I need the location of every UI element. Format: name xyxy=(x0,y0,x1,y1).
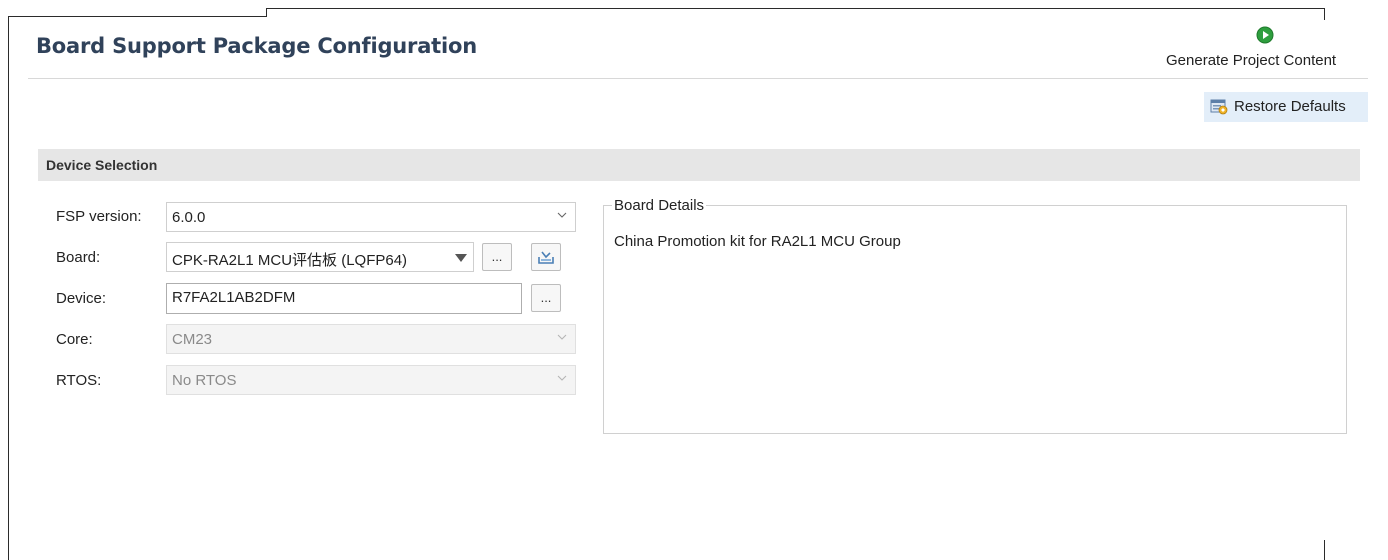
restore-defaults-label: Restore Defaults xyxy=(1234,98,1346,115)
core-label: Core: xyxy=(56,331,93,348)
chevron-down-icon xyxy=(557,334,567,340)
header-divider xyxy=(28,78,1368,79)
browse-ellipsis: ... xyxy=(540,290,552,305)
device-browse-button[interactable]: ... xyxy=(531,284,561,312)
window-frame-top xyxy=(8,16,266,17)
restore-defaults-icon xyxy=(1210,99,1228,115)
chevron-down-icon xyxy=(557,375,567,381)
rtos-label: RTOS: xyxy=(56,372,102,389)
board-details-legend: Board Details xyxy=(612,197,707,214)
browse-ellipsis: ... xyxy=(491,249,503,264)
window-frame-right-bottom xyxy=(1324,540,1325,560)
device-input[interactable] xyxy=(172,289,512,306)
import-icon xyxy=(538,251,554,264)
page-title: Board Support Package Configuration xyxy=(36,34,477,58)
dropdown-arrow-icon xyxy=(455,254,467,262)
play-icon xyxy=(1256,26,1274,44)
rtos-select: No RTOS xyxy=(166,365,576,395)
device-selection-section-header[interactable]: Device Selection xyxy=(38,149,1360,181)
core-value: CM23 xyxy=(172,331,213,348)
restore-defaults-button[interactable]: Restore Defaults xyxy=(1204,92,1368,122)
board-select[interactable]: CPK-RA2L1 MCU评估板 (LQFP64) xyxy=(166,242,474,272)
chevron-down-icon xyxy=(557,212,567,218)
window-frame-right-top xyxy=(1324,8,1325,20)
device-label: Device: xyxy=(56,290,107,307)
device-selection-title: Device Selection xyxy=(46,157,158,173)
board-value: CPK-RA2L1 MCU评估板 (LQFP64) xyxy=(172,252,408,269)
fsp-version-select[interactable]: 6.0.0 xyxy=(166,202,576,232)
generate-project-content-button[interactable]: Generate Project Content xyxy=(1160,24,1372,74)
window-frame-left xyxy=(8,16,9,560)
rtos-value: No RTOS xyxy=(172,372,237,389)
core-select: CM23 xyxy=(166,324,576,354)
fsp-version-value: 6.0.0 xyxy=(172,209,206,226)
window-frame-notch xyxy=(266,8,267,17)
import-board-button[interactable] xyxy=(531,243,561,271)
board-browse-button[interactable]: ... xyxy=(482,243,512,271)
board-details-text: China Promotion kit for RA2L1 MCU Group xyxy=(614,233,901,250)
fsp-version-label: FSP version: xyxy=(56,208,142,225)
board-label: Board: xyxy=(56,249,101,266)
generate-project-content-label: Generate Project Content xyxy=(1166,52,1337,69)
window-frame-top-right xyxy=(266,8,1324,9)
device-field[interactable] xyxy=(166,283,522,314)
